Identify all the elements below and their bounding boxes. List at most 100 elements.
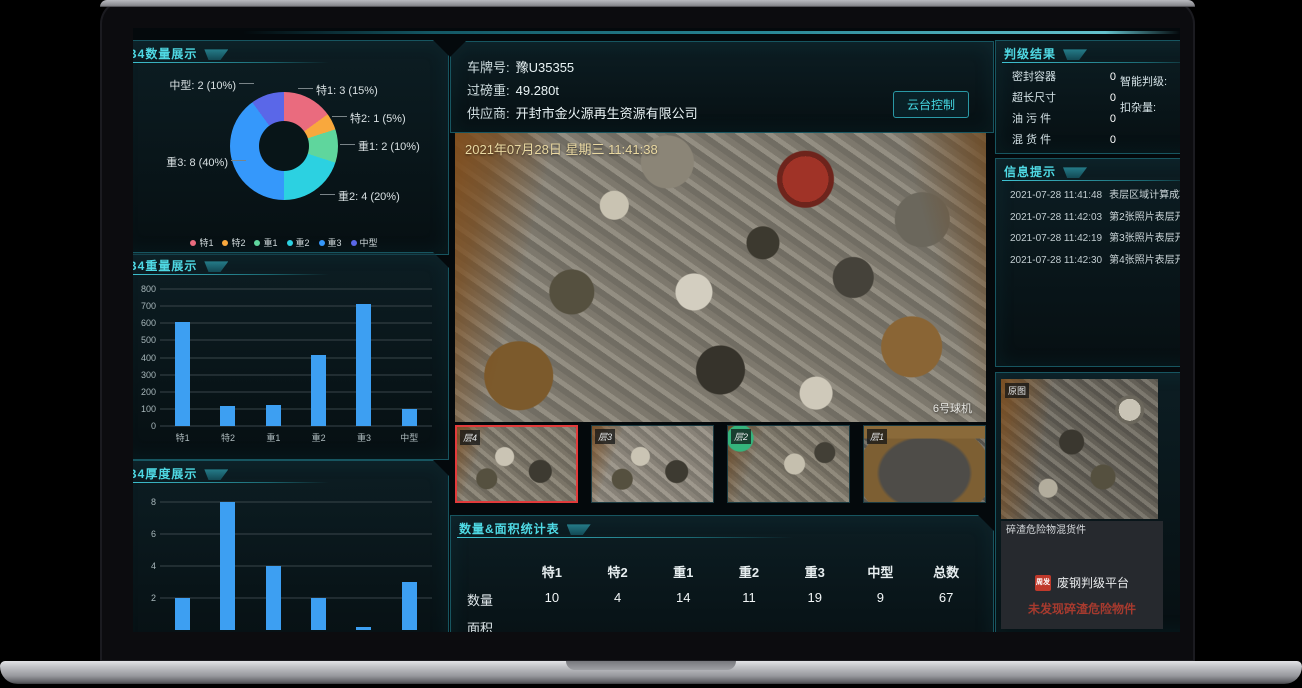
donut-callout: 特1: 3 (15%) <box>298 82 378 98</box>
laptop-base <box>0 661 1302 684</box>
y-axis-tick: 600 <box>133 318 156 328</box>
title-tab-decoration <box>204 261 228 272</box>
messages-panel: 信息提示 2021-07-28 11:41:48表层区域计算成功2021-07-… <box>995 158 1180 367</box>
table-header-cell: 重2 <box>716 562 782 581</box>
bar-slot: 重1 <box>251 289 296 426</box>
y-axis-tick: 2 <box>133 593 156 603</box>
bar-slot: 中型 <box>387 502 432 630</box>
bar <box>311 355 326 426</box>
thickness-panel-title: B4厚度展示 <box>133 467 197 481</box>
weight-panel: B4重量展示 0100200300400500600700800特1特2重1重2… <box>133 252 449 460</box>
grading-metric-value: 0 <box>1110 88 1116 109</box>
messages-panel-title: 信息提示 <box>1004 165 1056 179</box>
bar-slot: 特1 <box>160 289 205 426</box>
quantity-panel: B4数量展示 特1: 3 (15%)特2: 1 (5%)重1: 2 (10%)重… <box>133 40 449 255</box>
thickness-panel: B4厚度展示 2468特1特2重1重2重3中型 <box>133 460 449 632</box>
vehicle-info-label: 车牌号: <box>467 60 510 75</box>
brand-name: 废钢判级平台 <box>1057 574 1129 591</box>
original-image-panel: 原图 碎渣危险物混货件 周发 废钢判级平台 未发现碎渣危险物件 <box>995 372 1180 632</box>
table-header-cell: 特1 <box>519 562 585 581</box>
grading-metric-row: 超长尺寸 0 <box>1012 88 1116 109</box>
x-axis-label: 重3 <box>341 431 386 444</box>
bar-slot: 重1 <box>251 502 296 630</box>
bar-slot: 特2 <box>205 502 250 630</box>
layer-thumbnails: 层4层3层2层1 <box>455 425 986 507</box>
screen-top-glow <box>243 31 1180 34</box>
y-axis-tick: 8 <box>133 497 156 507</box>
legend-item[interactable]: 重1 <box>254 236 277 249</box>
table-cell: 14 <box>650 590 716 609</box>
legend-dot-icon <box>222 240 228 246</box>
layer-thumbnail[interactable]: 层2 <box>727 425 850 503</box>
grading-metric-label: 超长尺寸 <box>1012 88 1056 109</box>
original-image-badge: 原图 <box>1005 383 1029 398</box>
y-axis-tick: 300 <box>133 370 156 380</box>
legend-item[interactable]: 特1 <box>190 236 213 249</box>
legend-item[interactable]: 中型 <box>351 236 378 249</box>
table-cell: 19 <box>782 590 848 609</box>
donut-callout: 重1: 2 (10%) <box>340 138 420 154</box>
table-cell: 11 <box>716 590 782 609</box>
table-cell <box>848 618 914 632</box>
y-axis-tick: 100 <box>133 404 156 414</box>
legend-item[interactable]: 重3 <box>319 236 342 249</box>
message-timestamp: 2021-07-28 11:42:03 <box>1010 207 1102 229</box>
stats-table: 特1特2重1重2重3中型总数数量104141119967面积 <box>461 562 979 632</box>
message-text: 表层区域计算成功 <box>1109 185 1180 207</box>
x-axis-label: 特2 <box>205 431 250 444</box>
table-cell <box>650 618 716 632</box>
grading-metric-value: 0 <box>1110 67 1116 88</box>
message-row: 2021-07-28 11:42:03第2张照片表层开始计算 <box>1010 207 1180 229</box>
x-axis-label: 特1 <box>160 431 205 444</box>
layer-thumbnail[interactable]: 层1 <box>863 425 986 503</box>
donut-callout: 中型: 2 (10%) <box>133 77 254 93</box>
stats-table-header: 数量&面积统计表 <box>451 516 993 538</box>
table-cell: 9 <box>848 590 914 609</box>
title-tab-decoration <box>204 469 228 480</box>
legend-label: 重3 <box>328 236 342 249</box>
table-cell <box>519 618 585 632</box>
camera-feed-image: 2021年07月28日 星期三 11:41:38 6号球机 <box>455 133 986 422</box>
table-cell <box>716 618 782 632</box>
legend-item[interactable]: 重2 <box>287 236 310 249</box>
media-result-body: 周发 废钢判级平台 未发现碎渣危险物件 <box>1001 541 1163 629</box>
vehicle-info-label: 过磅重: <box>467 83 510 98</box>
layer-thumbnail[interactable]: 层4 <box>455 425 578 503</box>
legend-dot-icon <box>319 240 325 246</box>
ptz-control-button[interactable]: 云台控制 <box>893 91 969 118</box>
y-axis-tick: 200 <box>133 387 156 397</box>
table-header-cell: 总数 <box>913 562 979 581</box>
quantity-panel-title: B4数量展示 <box>133 47 197 61</box>
table-cell <box>782 618 848 632</box>
legend-item[interactable]: 特2 <box>222 236 245 249</box>
vehicle-info-row: 过磅重:49.280t <box>467 79 698 102</box>
bar <box>175 598 190 630</box>
bar <box>402 582 417 630</box>
bar <box>311 598 326 630</box>
legend-dot-icon <box>254 240 260 246</box>
table-header-cell: 中型 <box>848 562 914 581</box>
weight-panel-header: B4重量展示 <box>133 253 448 275</box>
camera-id-overlay: 6号球机 <box>933 400 972 416</box>
vehicle-info-row: 供应商:开封市金火源再生资源有限公司 <box>467 102 698 125</box>
legend-label: 重1 <box>263 236 277 249</box>
grading-metric-label: 油 污 件 <box>1012 109 1051 130</box>
grading-metric-label: 混 货 件 <box>1012 130 1051 151</box>
table-row-label: 面积 <box>461 618 519 632</box>
no-danger-alert-text: 未发现碎渣危险物件 <box>1001 600 1163 617</box>
message-timestamp: 2021-07-28 11:42:30 <box>1010 250 1102 272</box>
bar <box>356 304 371 426</box>
y-axis-tick: 6 <box>133 529 156 539</box>
vehicle-info-label: 供应商: <box>467 106 510 121</box>
legend-dot-icon <box>287 240 293 246</box>
bar <box>220 406 235 426</box>
title-tab-decoration <box>1063 49 1087 60</box>
camera-timestamp-overlay: 2021年07月28日 星期三 11:41:38 <box>465 139 658 158</box>
bar-slot: 特1 <box>160 502 205 630</box>
grading-metric-value: 0 <box>1110 130 1116 151</box>
laptop-base-notch <box>566 661 736 670</box>
grading-result-panel: 判级结果 密封容器0超长尺寸0油 污 件0混 货 件0 智能判级: 扣杂量: <box>995 40 1180 154</box>
smart-grading-label: 智能判级: <box>1120 73 1167 89</box>
message-row: 2021-07-28 11:42:19第3张照片表层开始计算 <box>1010 228 1180 250</box>
layer-thumbnail[interactable]: 层3 <box>591 425 714 503</box>
